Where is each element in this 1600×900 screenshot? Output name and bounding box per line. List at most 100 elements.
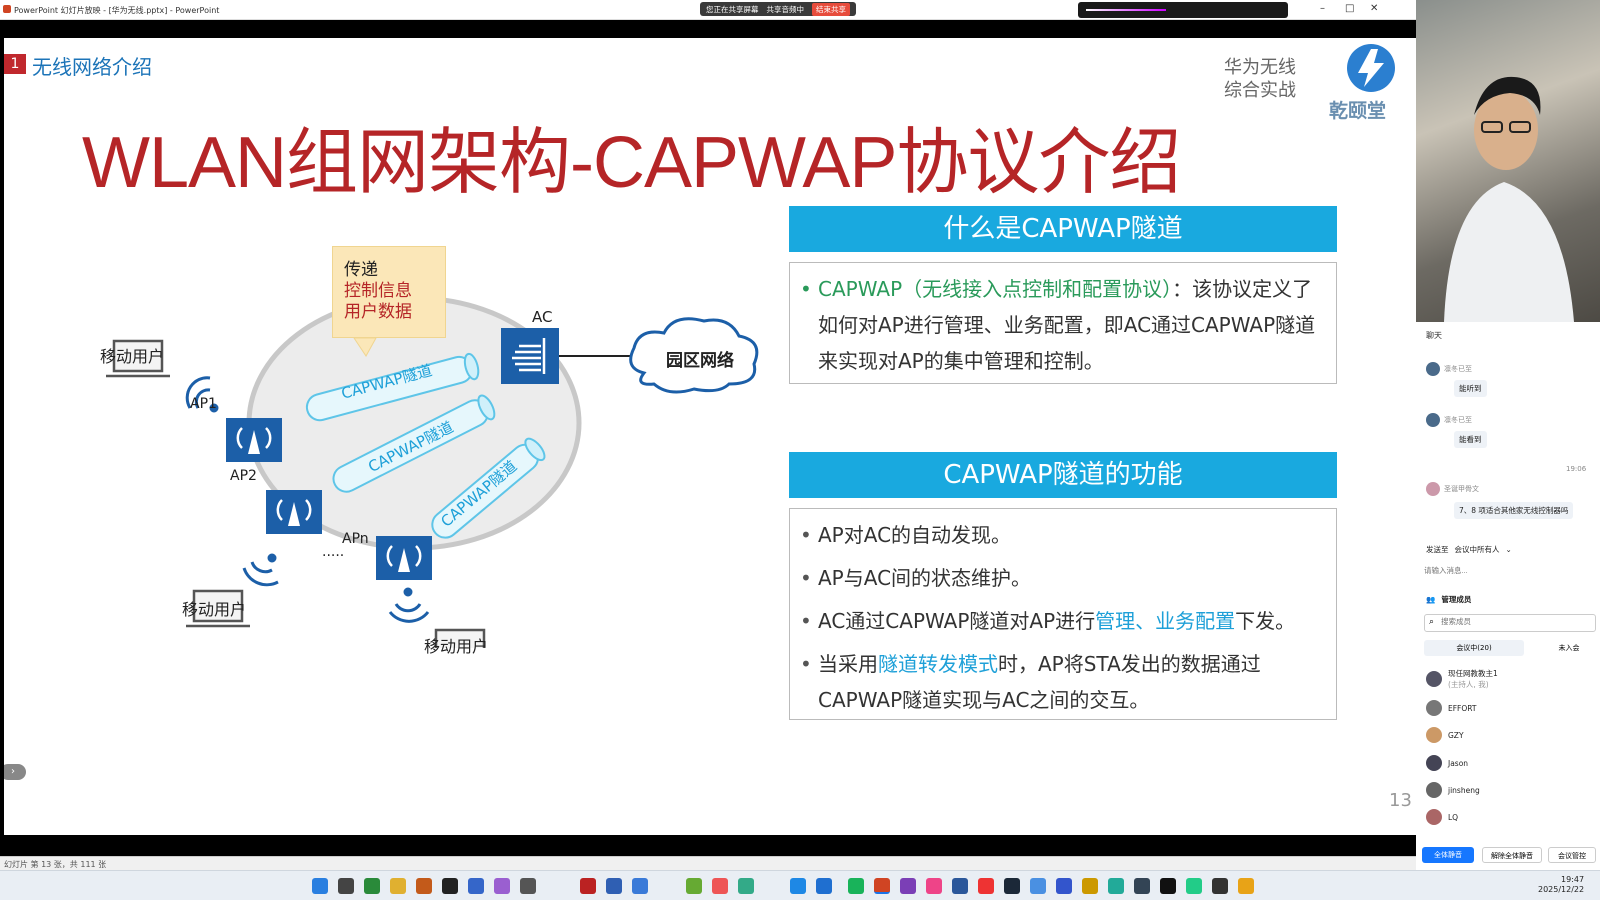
unmute-all-button[interactable]: 解除全体静音	[1482, 847, 1542, 863]
taskbar-app-icon[interactable]	[442, 878, 458, 894]
start-button-icon[interactable]	[312, 878, 328, 894]
taskbar-app-icon[interactable]	[416, 878, 432, 894]
panel2-header: CAPWAP隧道的功能	[789, 452, 1337, 498]
meeting-control-button[interactable]: 会议管控	[1548, 847, 1596, 863]
chat-message: 能听到	[1454, 380, 1487, 397]
member-row[interactable]: jinsheng	[1426, 782, 1480, 798]
member-row[interactable]: EFFORT	[1426, 700, 1477, 716]
chat-sender: 圣诞甲骨文	[1426, 482, 1479, 496]
terminal-icon[interactable]	[1212, 878, 1228, 894]
brand-line1: 华为无线	[1224, 57, 1296, 78]
meeting-progress-bar	[1078, 2, 1288, 18]
taskbar-app-icon[interactable]	[468, 878, 484, 894]
folder-icon[interactable]	[390, 878, 406, 894]
apn-label: APn	[342, 531, 369, 547]
slide-count: 幻灯片 第 13 张，共 111 张	[4, 860, 107, 869]
minimize-button[interactable]: –	[1320, 3, 1325, 14]
taskbar-app-icon[interactable]	[338, 878, 354, 894]
ac-label: AC	[532, 308, 553, 326]
tab-not-joined[interactable]: 未入会	[1544, 640, 1594, 656]
taskbar-app-icon[interactable]	[494, 878, 510, 894]
taskbar-app-icon[interactable]	[606, 878, 622, 894]
wechat-icon[interactable]	[848, 878, 864, 894]
ac-device-icon	[501, 328, 559, 384]
taskbar-app-icon[interactable]	[1004, 878, 1020, 894]
taskbar-app-icon[interactable]	[686, 878, 702, 894]
member-search-box[interactable]: ⌕	[1424, 614, 1596, 632]
section-title: 无线网络介绍	[32, 55, 152, 79]
ap-ellipsis: ·····	[322, 548, 344, 564]
panel2-body: AP对AC的自动发现。 AP与AC间的状态维护。 AC通过CAPWAP隧道对AP…	[789, 508, 1337, 720]
taskbar-app-icon[interactable]	[816, 878, 832, 894]
taskbar-app-icon[interactable]	[1108, 878, 1124, 894]
taskbar-app-icon[interactable]	[1160, 878, 1176, 894]
chevron-down-icon: ⌄	[1505, 545, 1512, 554]
brand-logo-icon	[1347, 44, 1395, 92]
function-item-2: AP与AC间的状态维护。	[800, 560, 1322, 596]
ap2-label: AP2	[230, 468, 257, 484]
stop-share-button[interactable]: 结束共享	[812, 2, 850, 16]
taskbar-app-icon[interactable]	[1082, 878, 1098, 894]
window-title: PowerPoint 幻灯片放映 - [华为无线.pptx] - PowerPo…	[14, 6, 220, 15]
taskbar-app-icon[interactable]	[580, 878, 596, 894]
member-row[interactable]: Jason	[1426, 755, 1468, 771]
chat-message: 7、8 项适合其他家无线控制器吗	[1454, 502, 1574, 519]
avatar	[1426, 362, 1440, 376]
avatar	[1426, 413, 1440, 427]
ap1-label: AP1	[190, 396, 217, 412]
callout-line3: 用户数据	[344, 302, 412, 322]
brand-logo-text: 乾颐堂	[1329, 100, 1387, 122]
campus-network-label: 园区网络	[666, 351, 734, 371]
taskbar-app-icon[interactable]	[1238, 878, 1254, 894]
avatar	[1426, 482, 1440, 496]
member-row[interactable]: LQ	[1426, 809, 1458, 825]
brand-text: 华为无线 综合实战	[1224, 56, 1296, 102]
taskbar-app-icon[interactable]	[520, 878, 536, 894]
send-to-row[interactable]: 发送至 会议中所有人 ⌄	[1426, 544, 1512, 555]
section-number: 1	[4, 54, 26, 74]
function-item-3: AC通过CAPWAP隧道对AP进行管理、业务配置下发。	[800, 603, 1322, 639]
tab-in-meeting[interactable]: 会议中(20)	[1424, 640, 1524, 656]
slide-page-number: 13	[1389, 790, 1412, 811]
ap1-icon	[226, 418, 282, 462]
panel1-item: CAPWAP（无线接入点控制和配置协议）：该协议定义了如何对AP进行管理、业务配…	[800, 271, 1322, 379]
word-icon[interactable]	[952, 878, 968, 894]
member-row[interactable]: 现任网教教主1 (主持人, 我)	[1426, 668, 1498, 690]
member-search-input[interactable]	[1441, 617, 1591, 626]
taskbar-app-icon[interactable]	[978, 878, 994, 894]
taskbar-app-icon[interactable]	[1134, 878, 1150, 894]
taskbar-app-icon[interactable]	[712, 878, 728, 894]
mute-all-button[interactable]: 全体静音	[1422, 847, 1474, 863]
ppt-status-bar: 幻灯片 第 13 张，共 111 张	[0, 856, 1416, 870]
member-row[interactable]: GZY	[1426, 727, 1464, 743]
taskbar-app-icon[interactable]	[364, 878, 380, 894]
taskbar-app-icon[interactable]	[632, 878, 648, 894]
chrome-icon[interactable]	[738, 878, 754, 894]
chat-input[interactable]	[1424, 562, 1592, 578]
chat-title: 聊天	[1426, 331, 1442, 340]
system-clock[interactable]: 19:47 2025/12/22	[1538, 875, 1584, 895]
taskbar-app-icon[interactable]	[1056, 878, 1072, 894]
slide-nav-collapse-button[interactable]: ›	[4, 764, 26, 780]
maximize-button[interactable]: □	[1345, 3, 1354, 14]
taskbar-app-icon[interactable]	[1186, 878, 1202, 894]
callout-line2: 控制信息	[344, 281, 412, 301]
taskbar-app-icon[interactable]	[790, 878, 806, 894]
powerpoint-taskbar-icon[interactable]	[874, 878, 890, 894]
brand-line2: 综合实战	[1224, 80, 1296, 101]
window-title-bar: PowerPoint 幻灯片放映 - [华为无线.pptx] - PowerPo…	[0, 0, 1416, 20]
share-audio-status[interactable]: 共享音频中	[767, 4, 805, 15]
taskbar-app-icon[interactable]	[1030, 878, 1046, 894]
members-icon: 👥	[1426, 595, 1436, 604]
taskbar-app-icon[interactable]	[900, 878, 916, 894]
chat-time: 19:06	[1566, 465, 1587, 473]
close-button[interactable]: ✕	[1370, 3, 1378, 14]
meeting-side-panel: 聊天 凛冬已至 能听到 凛冬已至 能看到 19:06 圣诞甲骨文 7、8 项适合…	[1416, 0, 1600, 870]
callout-text: 传递 控制信息 用户数据	[344, 260, 412, 323]
callout-line1: 传递	[344, 260, 378, 280]
taskbar-app-icon[interactable]	[926, 878, 942, 894]
windows-taskbar: 19:47 2025/12/22	[0, 870, 1600, 900]
function-item-4: 当采用隧道转发模式时，AP将STA发出的数据通过CAPWAP隧道实现与AC之间的…	[800, 646, 1322, 718]
ap2-icon	[266, 490, 322, 534]
chat-sender: 凛冬已至	[1426, 362, 1472, 376]
